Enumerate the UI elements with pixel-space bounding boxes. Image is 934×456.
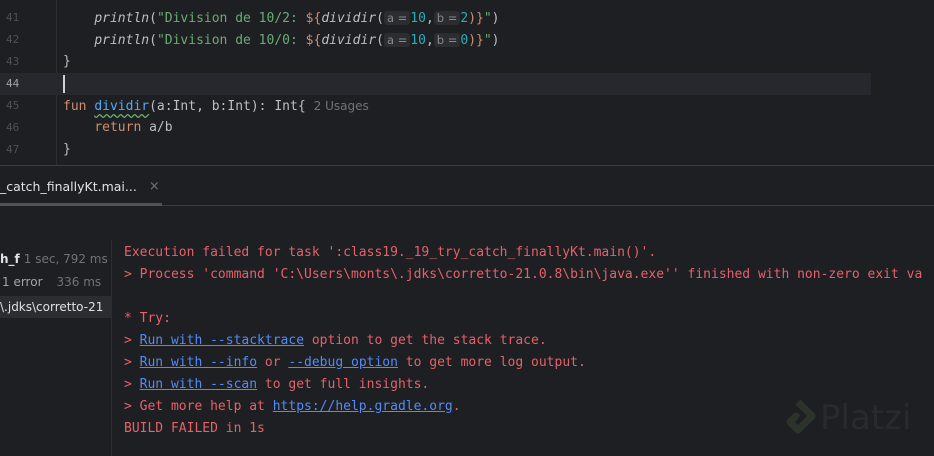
build-tree: h_f 1 sec, 792 ms 1 error 336 ms \.jdks\co… xyxy=(0,240,112,456)
line-number: 42 xyxy=(6,33,20,46)
debug-link[interactable]: --debug option xyxy=(288,355,398,370)
console-line: > Run with --info or --debug option to g… xyxy=(124,355,586,370)
tree-item[interactable]: 1 error 336 ms xyxy=(0,271,112,293)
stacktrace-link[interactable]: Run with --stacktrace xyxy=(140,333,304,348)
console-line: BUILD FAILED in 1s xyxy=(124,421,265,436)
run-tab[interactable]: _catch_finallyKt.mai... × xyxy=(0,166,160,206)
param-hint: b = xyxy=(433,11,461,25)
code-line[interactable]: } xyxy=(63,139,934,161)
scan-link[interactable]: Run with --scan xyxy=(140,377,257,392)
tree-item[interactable]: h_f 1 sec, 792 ms xyxy=(0,248,112,270)
line-number: 43 xyxy=(6,55,20,68)
console-line: > Get more help at https://help.gradle.o… xyxy=(124,399,461,414)
console-line: > Run with --stacktrace option to get th… xyxy=(124,333,547,348)
line-number: 44 xyxy=(6,77,20,90)
code-line[interactable]: return a/b xyxy=(63,117,934,139)
platzi-watermark: Platzi xyxy=(780,398,911,438)
platzi-logo-icon xyxy=(786,399,816,434)
run-toolbar xyxy=(0,207,934,240)
line-number: 47 xyxy=(6,143,20,156)
code-line[interactable]: } xyxy=(63,51,934,73)
code-line[interactable]: println("Division de 10/2: ${dividir(a =… xyxy=(63,7,934,29)
console-line: > Run with --scan to get full insights. xyxy=(124,377,430,392)
code-editor[interactable]: 41 42 43 44 45 46 47 println("Division d… xyxy=(0,0,934,165)
line-number: 46 xyxy=(6,121,20,134)
code-line[interactable]: println("Division de 10/0: ${dividir(a =… xyxy=(63,29,934,51)
close-icon[interactable]: × xyxy=(149,179,160,194)
tree-item-selected[interactable]: \.jdks\corretto-21 xyxy=(0,296,112,318)
code-line-current[interactable] xyxy=(0,73,871,95)
line-number: 45 xyxy=(6,99,20,112)
code-line[interactable]: fun dividir(a:Int, b:Int): Int{2 Usages xyxy=(63,95,934,117)
gradle-help-link[interactable]: https://help.gradle.org xyxy=(273,399,453,414)
run-tab-bar: _catch_finallyKt.mai... × xyxy=(0,166,934,206)
text-caret xyxy=(63,74,65,93)
console-line: > Process 'command 'C:\Users\monts\.jdks… xyxy=(124,267,923,282)
console-line: * Try: xyxy=(124,311,171,326)
param-hint: a = xyxy=(383,11,411,25)
active-tab-indicator xyxy=(0,203,162,206)
function-name[interactable]: dividir xyxy=(94,99,149,114)
param-hint: a = xyxy=(383,33,411,47)
info-link[interactable]: Run with --info xyxy=(140,355,257,370)
console-line: Execution failed for task ':class19._19_… xyxy=(124,245,657,260)
usages-hint[interactable]: 2 Usages xyxy=(314,99,369,113)
param-hint: b = xyxy=(433,33,461,47)
line-number: 41 xyxy=(6,11,20,24)
